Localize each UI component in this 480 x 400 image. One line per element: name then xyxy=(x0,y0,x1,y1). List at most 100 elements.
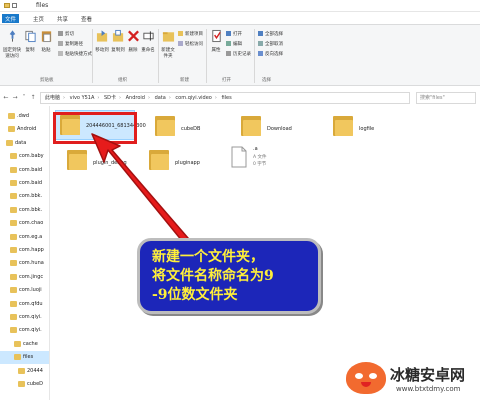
paste-shortcut-label: 粘贴快捷方式 xyxy=(65,52,92,57)
nav-tree-item[interactable]: 20444 xyxy=(0,365,49,378)
copy-path-label: 复制路径 xyxy=(65,42,83,47)
instruction-callout: 新建一个文件夹， 将文件名称命名为9 -9位数文件夹 xyxy=(137,238,321,314)
folder-item[interactable]: pluginapp xyxy=(149,146,229,186)
cut-label: 剪切 xyxy=(65,32,74,37)
copy-icon xyxy=(24,30,36,43)
select-none-item[interactable]: 全部取消 xyxy=(258,41,283,47)
folder-icon xyxy=(10,180,17,186)
highlight-box xyxy=(53,112,137,144)
folder-icon xyxy=(10,247,17,253)
properties-icon xyxy=(211,29,221,43)
copy-path-item[interactable]: 复制路径 xyxy=(58,41,83,47)
chevron-right-icon: › xyxy=(97,95,100,101)
tab-home[interactable]: 主页 xyxy=(30,14,47,23)
copy-to-button[interactable]: 复制到 xyxy=(110,29,126,53)
watermark-url: www.btxtdmy.com xyxy=(396,385,461,393)
back-icon[interactable]: ← xyxy=(2,93,10,102)
cut-item[interactable]: 剪切 xyxy=(58,31,74,37)
nav-tree-label: com.qiyi. xyxy=(19,314,42,320)
folder-icon xyxy=(10,260,17,267)
nav-tree-item[interactable]: com.chao xyxy=(0,217,49,230)
open-item[interactable]: 打开 xyxy=(226,31,242,37)
folder-item[interactable]: plugin_debug xyxy=(67,146,147,186)
copy-to-label: 复制到 xyxy=(111,48,125,53)
paste-shortcut-item[interactable]: 粘贴快捷方式 xyxy=(58,51,92,57)
tab-view[interactable]: 查看 xyxy=(78,14,95,23)
nav-tree-item[interactable]: com.qfdu xyxy=(0,298,49,311)
invert-selection-label: 反向选择 xyxy=(265,52,283,57)
group-select: 选择 xyxy=(262,78,271,83)
ribbon: 固定到快速访问 复制 粘贴 剪切 复制路径 粘贴快捷方式 剪贴板 移动到 复制到… xyxy=(0,24,480,86)
nav-tree-item[interactable]: com.qiyi. xyxy=(0,311,49,324)
nav-tree-item[interactable]: com.jingc xyxy=(0,271,49,284)
folder-icon xyxy=(10,287,17,294)
paste-button[interactable]: 粘贴 xyxy=(38,29,54,53)
nav-tree-item[interactable]: cache xyxy=(0,338,49,351)
breadcrumb-item[interactable]: vivo Y51A xyxy=(70,95,95,101)
breadcrumb-item[interactable]: Android xyxy=(126,95,145,101)
nav-tree-item[interactable]: data xyxy=(0,137,49,150)
nav-tree-item[interactable]: .dwd xyxy=(0,110,49,123)
nav-tree-item[interactable]: com.huna xyxy=(0,257,49,270)
ribbon-divider xyxy=(92,29,93,83)
tab-file[interactable]: 文件 xyxy=(2,14,20,23)
nav-tree-item[interactable]: com.baby xyxy=(0,150,49,163)
nav-tree-label: com.huna xyxy=(19,260,44,267)
nav-tree-label: com.eg.a xyxy=(19,233,43,240)
copy-button[interactable]: 复制 xyxy=(22,29,38,53)
move-to-button[interactable]: 移动到 xyxy=(94,29,110,53)
tab-share[interactable]: 共享 xyxy=(54,14,71,23)
forward-icon[interactable]: → xyxy=(11,93,19,102)
breadcrumb-item[interactable]: com.qiyi.video xyxy=(175,95,211,101)
folder-icon xyxy=(10,193,17,200)
rename-button[interactable]: 重命名 xyxy=(140,29,156,53)
nav-tree-item[interactable]: com.baid xyxy=(0,177,49,190)
breadcrumb-item[interactable]: files xyxy=(221,95,231,101)
new-folder-button[interactable]: 新建文件夹 xyxy=(160,29,176,59)
select-all-item[interactable]: 全部选择 xyxy=(258,31,283,37)
nav-tree-item[interactable]: com.bbk. xyxy=(0,190,49,203)
nav-tree-label: com.qfdu xyxy=(19,300,43,307)
pin-button[interactable]: 固定到快速访问 xyxy=(2,29,22,59)
nav-tree-item[interactable]: com.qiyi. xyxy=(0,324,49,337)
address-bar[interactable]: 此电脑 › vivo Y51A › SD卡 › Android › data › com.… xyxy=(40,92,410,104)
breadcrumb-item[interactable]: SD卡 xyxy=(104,95,116,101)
breadcrumb-item[interactable]: 此电脑 xyxy=(45,95,60,101)
folder-item[interactable]: logfile xyxy=(333,112,413,152)
folder-icon xyxy=(10,273,17,280)
up-icon[interactable]: ↑ xyxy=(29,93,37,102)
recent-dropdown-icon[interactable]: ˅ xyxy=(20,93,28,102)
delete-button[interactable]: 删除 xyxy=(126,29,140,53)
nav-tree-item[interactable]: com.eg.a xyxy=(0,231,49,244)
select-all-label: 全部选择 xyxy=(265,32,283,37)
new-item[interactable]: 新建项目 xyxy=(178,31,203,37)
nav-tree-label: com.jingc xyxy=(19,273,44,280)
nav-tree-item[interactable]: Android xyxy=(0,123,49,136)
rename-icon xyxy=(142,31,154,41)
nav-tree-item[interactable]: com.baid xyxy=(0,164,49,177)
edit-item[interactable]: 编辑 xyxy=(226,41,242,47)
watermark-title: 冰糖安卓网 xyxy=(390,366,466,384)
file-name: logfile xyxy=(359,126,375,132)
folder-icon[interactable] xyxy=(4,3,10,8)
nav-tree-item[interactable]: com.bbk. xyxy=(0,204,49,217)
easy-access-item[interactable]: 轻松访问 xyxy=(178,41,203,47)
history-item[interactable]: 历史记录 xyxy=(226,51,251,57)
ribbon-divider xyxy=(254,29,255,83)
file-item[interactable]: .a A 文件 0 字节 xyxy=(231,144,311,184)
folder-icon xyxy=(6,139,13,146)
nav-tree-item[interactable]: com.luoji xyxy=(0,284,49,297)
nav-tree-label: com.baby xyxy=(19,153,44,160)
quick-access-icon[interactable] xyxy=(12,3,17,8)
folder-icon xyxy=(149,148,169,172)
invert-selection-item[interactable]: 反向选择 xyxy=(258,51,283,57)
navigation-pane: .dwd Android data com.baby com.baid com.baid c… xyxy=(0,106,50,400)
nav-tree-item[interactable]: com.happ xyxy=(0,244,49,257)
properties-button[interactable]: 属性 xyxy=(208,29,224,53)
search-input[interactable]: 搜索"files" xyxy=(416,92,476,104)
chevron-right-icon: › xyxy=(147,95,150,101)
nav-tree-item[interactable]: cubeD xyxy=(0,378,49,391)
nav-tree-item[interactable]: files xyxy=(0,351,49,365)
breadcrumb-item[interactable]: data xyxy=(155,95,166,101)
group-open: 打开 xyxy=(222,78,231,83)
